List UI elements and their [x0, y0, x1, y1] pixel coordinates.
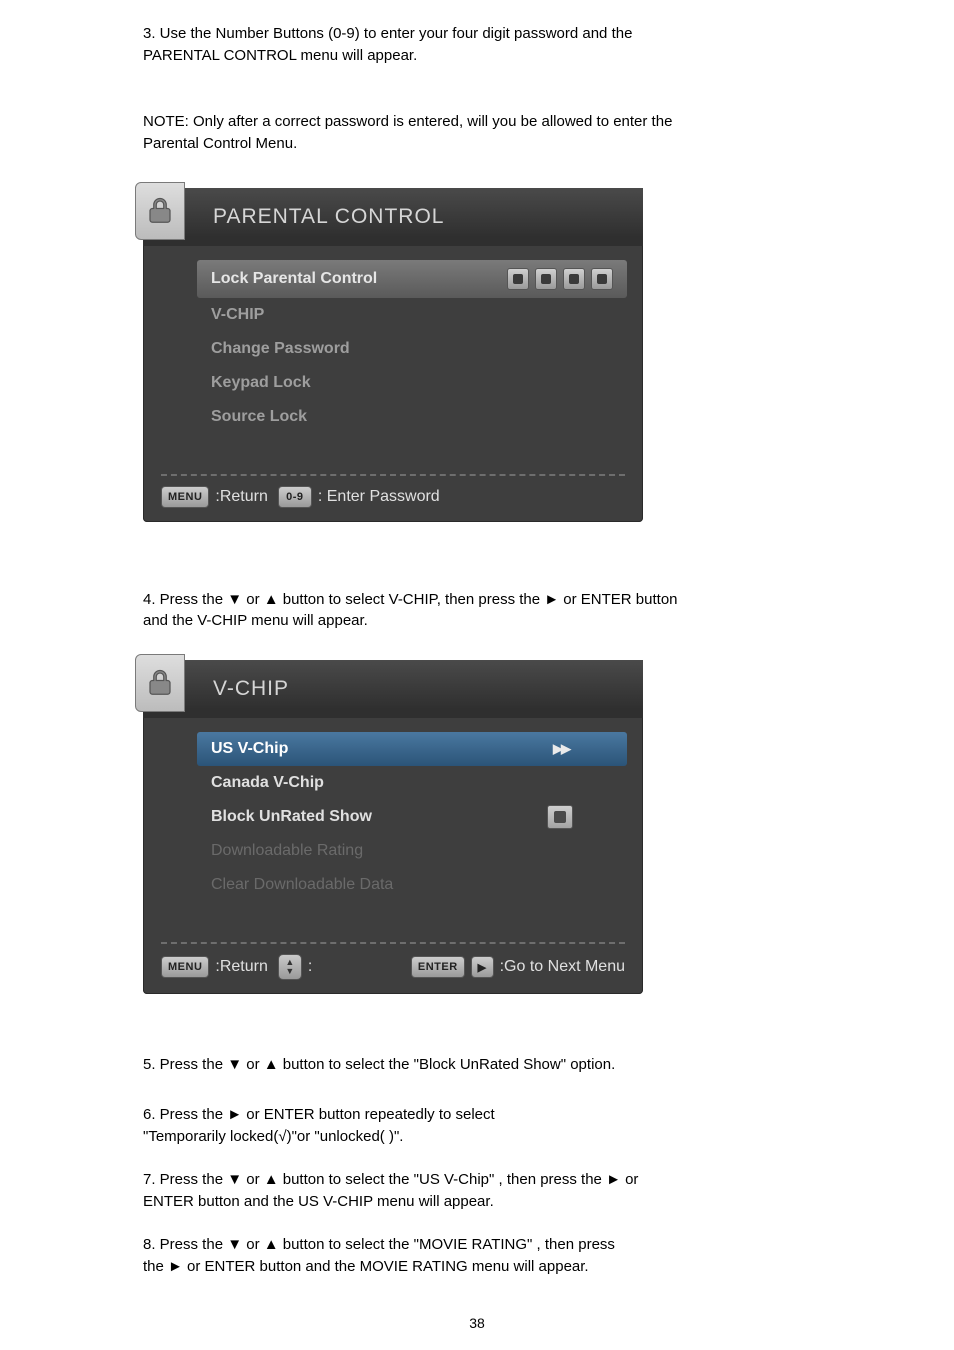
menu-item-source-lock[interactable]: Source Lock	[211, 400, 613, 434]
menu-keycap: MENU	[161, 486, 209, 508]
menu-item-label: Source Lock	[211, 408, 613, 426]
menu-item-lock-parental[interactable]: Lock Parental Control	[197, 260, 627, 298]
submenu-arrow-icon: ▶▶	[553, 741, 569, 757]
menu-item-label: Downloadable Rating	[211, 842, 613, 860]
step-8-line2: the ► or ENTER button and the MOVIE RATI…	[143, 1257, 893, 1277]
numeric-keycap: 0-9	[278, 486, 312, 508]
step-8-line1: 8. Press the ▼ or ▲ button to select the…	[143, 1235, 893, 1255]
down-triangle-icon: ▼	[285, 967, 294, 976]
password-box-2[interactable]	[535, 268, 557, 290]
menu-item-label: US V-Chip	[211, 740, 553, 758]
menu-item-label: Clear Downloadable Data	[211, 876, 613, 894]
play-keycap: ▶	[471, 956, 494, 978]
go-next-label: :Go to Next Menu	[500, 958, 625, 976]
step-6-line1: 6. Press the ► or ENTER button repeatedl…	[143, 1105, 893, 1125]
menu-item-us-vchip[interactable]: US V-Chip ▶▶	[197, 732, 627, 766]
menu-item-label: Lock Parental Control	[211, 270, 507, 288]
step-3-note-line2: Parental Control Menu.	[143, 134, 843, 154]
enter-password-label: : Enter Password	[318, 488, 440, 506]
return-label: :Return	[215, 488, 267, 506]
lock-icon	[145, 196, 175, 226]
step-3-note-line1: NOTE: Only after a correct password is e…	[143, 112, 843, 132]
osd-parental-control: PARENTAL CONTROL Lock Parental Control V…	[143, 188, 643, 522]
osd1-footer: MENU :Return 0-9 : Enter Password	[143, 480, 643, 522]
osd1-title: PARENTAL CONTROL	[213, 205, 444, 229]
lock-tab-icon	[135, 654, 185, 712]
menu-item-clear-downloadable: Clear Downloadable Data	[211, 868, 613, 902]
step-4-line1: 4. Press the ▼ or ▲ button to select V-C…	[143, 590, 893, 610]
step-4-line2: and the V-CHIP menu will appear.	[143, 611, 893, 631]
menu-item-block-unrated[interactable]: Block UnRated Show	[211, 800, 613, 834]
step-6-line2: "Temporarily locked(√)"or "unlocked( )".	[143, 1127, 893, 1147]
menu-item-label: V-CHIP	[211, 306, 613, 324]
menu-item-label: Keypad Lock	[211, 374, 613, 392]
menu-item-canada-vchip[interactable]: Canada V-Chip	[211, 766, 613, 800]
osd2-header: V-CHIP	[143, 660, 643, 718]
enter-keycap: ENTER	[411, 956, 465, 978]
menu-item-keypad-lock[interactable]: Keypad Lock	[211, 366, 613, 400]
osd-vchip: V-CHIP US V-Chip ▶▶ Canada V-Chip Block …	[143, 660, 643, 994]
menu-item-label: Canada V-Chip	[211, 774, 613, 792]
menu-item-downloadable-rating: Downloadable Rating	[211, 834, 613, 868]
osd2-title: V-CHIP	[213, 677, 289, 701]
lock-icon	[145, 668, 175, 698]
osd1-divider	[161, 474, 625, 476]
page-number: 38	[0, 1314, 954, 1332]
menu-item-vchip[interactable]: V-CHIP	[211, 298, 613, 332]
step-7-line1: 7. Press the ▼ or ▲ button to select the…	[143, 1170, 893, 1190]
osd2-footer: MENU :Return ▲ ▼ : ENTER ▶ :Go to Next M…	[143, 948, 643, 994]
menu-item-label: Block UnRated Show	[211, 808, 547, 826]
password-box-1[interactable]	[507, 268, 529, 290]
osd1-items: Lock Parental Control V-CHIP Change Pass…	[143, 246, 643, 464]
return-label: :Return	[215, 958, 267, 976]
lock-tab-icon	[135, 182, 185, 240]
password-boxes	[507, 268, 613, 290]
osd1-header: PARENTAL CONTROL	[143, 188, 643, 246]
menu-item-label: Change Password	[211, 340, 613, 358]
step-5: 5. Press the ▼ or ▲ button to select the…	[143, 1055, 893, 1075]
menu-item-change-password[interactable]: Change Password	[211, 332, 613, 366]
step-3-line2: PARENTAL CONTROL menu will appear.	[143, 46, 823, 66]
osd2-divider	[161, 942, 625, 944]
colon-label: :	[308, 958, 312, 976]
menu-keycap: MENU	[161, 956, 209, 978]
step-3-line1: 3. Use the Number Buttons (0-9) to enter…	[143, 24, 823, 44]
step-7-line2: ENTER button and the US V-CHIP menu will…	[143, 1192, 893, 1212]
updown-keycap: ▲ ▼	[278, 954, 302, 980]
password-box-4[interactable]	[591, 268, 613, 290]
osd2-items: US V-Chip ▶▶ Canada V-Chip Block UnRated…	[143, 718, 643, 932]
password-box-3[interactable]	[563, 268, 585, 290]
checkbox-indicator[interactable]	[547, 805, 573, 829]
